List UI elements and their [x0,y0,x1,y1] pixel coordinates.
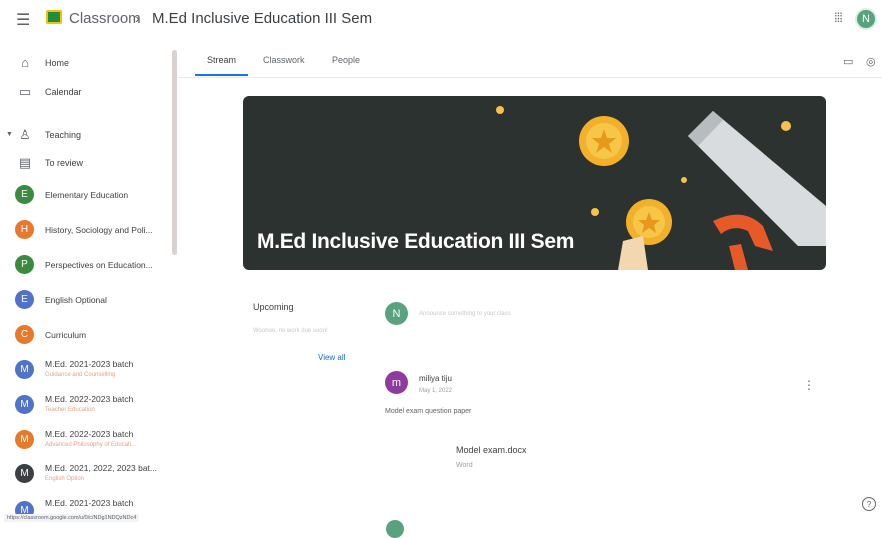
google-apps-icon[interactable]: ⁞⁞⁞ [834,10,843,25]
announce-input[interactable]: Announce something to your class [419,311,511,317]
top-app-bar: ☰ Classroom › M.Ed Inclusive Education I… [0,0,882,40]
sidebar-item-teaching[interactable]: ▼ ♙ Teaching [0,127,170,143]
sidebar-item-home[interactable]: ⌂ Home [0,55,170,71]
sidebar-item-class[interactable]: M M.Ed. 2022-2023 batch Teacher Educatio… [0,393,170,415]
post-author: miliya tiju [419,374,452,383]
class-avatar: M [15,360,34,379]
sidebar-item-class[interactable]: M M.Ed. 2022-2023 batch Advanced Philoso… [0,428,170,450]
class-avatar: M [15,464,34,483]
sidebar: ⌂ Home ▭ Calendar ▼ ♙ Teaching ▤ To revi… [0,45,178,528]
drive-folder-icon[interactable]: ◎ [866,55,876,68]
teaching-people-icon: ♙ [19,127,31,142]
course-title[interactable]: M.Ed Inclusive Education III Sem [152,10,372,27]
class-name: English Optional [45,295,107,305]
attachment-type: Word [456,462,473,469]
class-name: M.Ed. 2022-2023 batch [45,394,134,404]
expand-arrow-icon[interactable]: ▼ [6,131,13,138]
breadcrumb-separator-icon: › [135,10,140,26]
active-tab-indicator [195,74,248,76]
class-name: M.Ed. 2021-2023 batch [45,498,134,508]
calendar-icon[interactable]: ▭ [843,55,853,68]
sidebar-item-class[interactable]: H History, Sociology and Poli... [0,220,170,240]
sidebar-item-label: Teaching [45,130,82,140]
view-all-link[interactable]: View all [318,353,345,362]
tabs-divider [178,77,882,78]
sidebar-item-to-review[interactable]: ▤ To review [0,155,170,171]
post-body: Model exam question paper [385,408,472,415]
more-options-icon[interactable]: ⋮ [803,378,815,392]
sidebar-item-class[interactable]: M M.Ed. 2021, 2022, 2023 bat... English … [0,462,170,484]
class-avatar: M [15,430,34,449]
classroom-logo-icon[interactable] [46,10,62,24]
tab-people[interactable]: People [332,55,360,65]
app-name[interactable]: Classroom [69,10,141,27]
sidebar-scrollbar[interactable] [172,50,177,255]
class-name: History, Sociology and Poli... [45,225,153,235]
main-menu-icon[interactable]: ☰ [16,10,30,30]
class-section: Guidance and Counselling [45,372,116,378]
calendar-icon: ▭ [18,84,32,99]
class-section: Teacher Education [45,407,95,413]
sidebar-item-class[interactable]: C Curriculum [0,325,170,345]
user-avatar: N [385,302,408,325]
class-banner: M.Ed Inclusive Education III Sem [243,96,826,270]
attachment-name[interactable]: Model exam.docx [456,445,527,455]
class-name: M.Ed. 2022-2023 batch [45,429,134,439]
account-avatar[interactable]: N [855,8,877,30]
class-name: Elementary Education [45,190,129,200]
class-name: M.Ed. 2021-2023 batch [45,359,134,369]
class-avatar: H [15,220,34,239]
help-icon[interactable]: ? [862,497,876,511]
sidebar-item-class[interactable]: P Perspectives on Education... [0,255,170,275]
sidebar-item-label: Calendar [45,87,82,97]
sidebar-item-label: To review [45,158,84,168]
sidebar-item-class[interactable]: M M.Ed. 2021-2023 batch Guidance and Cou… [0,358,170,380]
class-avatar: C [15,325,34,344]
sidebar-item-class[interactable]: E English Optional [0,290,170,310]
class-avatar: P [15,255,34,274]
class-name: Curriculum [45,330,87,340]
upcoming-empty-text: Woohoo, no work due soon! [253,328,328,334]
tab-stream[interactable]: Stream [207,55,236,65]
sidebar-item-label: Home [45,58,70,68]
review-icon: ▤ [18,155,32,170]
class-name: Perspectives on Education... [45,260,153,270]
upcoming-title: Upcoming [253,302,294,312]
sidebar-item-calendar[interactable]: ▭ Calendar [0,84,170,100]
class-avatar: E [15,185,34,204]
post-author-avatar: m [385,371,408,394]
class-section: Advanced Philosophy of Educati... [45,442,137,448]
class-section: English Option [45,476,85,482]
banner-title: M.Ed Inclusive Education III Sem [257,230,575,253]
tab-classwork[interactable]: Classwork [263,55,305,65]
next-post-avatar [386,520,404,538]
status-bar-url: https://classroom.google.com/u/0/c/NDg1N… [4,514,140,522]
sidebar-item-class[interactable]: E Elementary Education [0,185,170,205]
class-avatar: M [15,395,34,414]
class-avatar: E [15,290,34,309]
home-icon: ⌂ [21,55,29,70]
post-date: May 1, 2022 [419,388,453,394]
class-name: M.Ed. 2021, 2022, 2023 bat... [45,463,157,473]
